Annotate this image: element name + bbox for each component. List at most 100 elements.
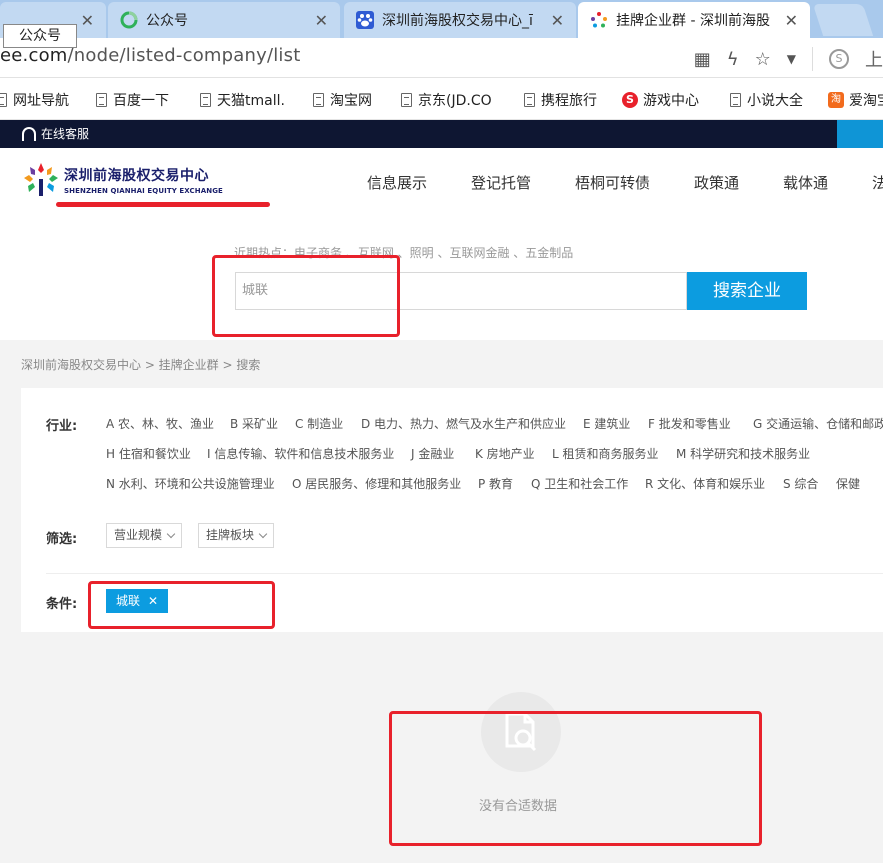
nav-item-convertible[interactable]: 梧桐可转债 <box>575 172 650 193</box>
bookmark-label: 游戏中心 <box>643 93 699 109</box>
board-dropdown[interactable]: 挂牌板块 <box>198 523 275 548</box>
industry-option[interactable]: C 制造业 <box>295 415 343 432</box>
bookmark-item[interactable]: 天猫tmall. <box>200 90 285 110</box>
search-button[interactable]: 搜索企业 <box>687 272 807 310</box>
qr-code-icon[interactable]: ▦ <box>694 49 711 70</box>
annotation-underline <box>56 202 270 207</box>
close-icon[interactable]: ✕ <box>785 11 798 30</box>
close-icon[interactable]: ✕ <box>148 589 158 613</box>
browser-tab-3[interactable]: 深圳前海股权交易中心_ī ✕ <box>344 2 576 38</box>
chevron-down-icon <box>166 529 176 539</box>
site-favicon-icon <box>591 12 607 28</box>
bookmark-item[interactable]: 淘爱淘宝 <box>828 90 883 110</box>
dropdown-label: 挂牌板块 <box>206 528 255 542</box>
headset-icon <box>22 126 36 141</box>
logo-title: 深圳前海股权交易中心 <box>64 168 209 184</box>
hot-keywords: 近期热点：电子商务 、互联网 、照明 、互联网金融 、五金制品 <box>234 246 574 260</box>
industry-option[interactable]: E 建筑业 <box>583 415 630 432</box>
address-bar[interactable]: ee.com/node/listed-company/list ▦ ϟ ☆ ▼ … <box>0 38 883 78</box>
document-icon <box>401 93 412 107</box>
condition-tag-label: 城联 <box>116 594 141 608</box>
industry-option[interactable]: K 房地产业 <box>475 445 535 462</box>
browser-tab-bar: ✕ 公众号 ✕ 深圳前海股权交易中心_ī ✕ 挂牌企业群 - 深圳前海股 ✕ <box>0 0 883 38</box>
tab-tooltip: 公众号 <box>3 24 77 48</box>
industry-option[interactable]: Q 卫生和社会工作 <box>531 475 628 492</box>
industry-option[interactable]: M 科学研究和技术服务业 <box>676 445 810 462</box>
industry-option[interactable]: H 住宿和餐饮业 <box>106 445 191 462</box>
industry-option[interactable]: N 水利、环境和公共设施管理业 <box>106 475 275 492</box>
bookmark-label: 京东(JD.CO <box>418 93 492 109</box>
industry-option[interactable]: J 金融业 <box>411 445 454 462</box>
bookmark-label: 爱淘宝 <box>849 93 883 109</box>
browser-tab-active[interactable]: 挂牌企业群 - 深圳前海股 ✕ <box>578 2 810 38</box>
chevron-down-icon <box>258 529 268 539</box>
bookmark-label: 网址导航 <box>13 93 69 109</box>
bookmark-label: 小说大全 <box>747 93 803 109</box>
document-icon <box>0 93 7 107</box>
industry-option[interactable]: G 交通运输、仓储和邮政 <box>753 415 883 432</box>
bookmark-label: 淘宝网 <box>330 93 372 109</box>
industry-option[interactable]: A 农、林、牧、渔业 <box>106 415 214 432</box>
tab-title: 公众号 <box>146 13 188 29</box>
bookmarks-bar: 网址导航 百度一下 天猫tmall. 淘宝网 京东(JD.CO 携程旅行 S 游戏… <box>0 78 883 120</box>
url-text[interactable]: ee.com/node/listed-company/list <box>0 45 300 66</box>
bookmark-item[interactable]: 淘宝网 <box>313 90 372 110</box>
aitaobao-icon: 淘 <box>828 92 844 108</box>
bookmark-item[interactable]: 携程旅行 <box>524 90 597 110</box>
bookmark-item[interactable]: 百度一下 <box>96 90 169 110</box>
scale-dropdown[interactable]: 营业规模 <box>106 523 183 548</box>
industry-option[interactable]: R 文化、体育和娱乐业 <box>645 475 765 492</box>
bookmark-label: 携程旅行 <box>541 93 597 109</box>
industry-option[interactable]: L 租赁和商务服务业 <box>552 445 659 462</box>
industry-option[interactable]: D 电力、热力、燃气及水生产和供应业 <box>361 415 566 432</box>
new-tab-button[interactable] <box>812 4 874 36</box>
security-shield-icon[interactable]: S <box>829 49 849 69</box>
dropdown-label: 营业规模 <box>114 528 163 542</box>
customer-service-link[interactable]: 在线客服 <box>22 125 89 142</box>
site-logo[interactable]: 深圳前海股权交易中心 SHENZHEN QIANHAI EQUITY EXCHA… <box>22 162 223 198</box>
industry-option[interactable]: S 综合 <box>783 475 818 492</box>
address-bar-actions: ▦ ϟ ☆ ▼ S 上 <box>694 46 883 72</box>
star-icon[interactable]: ☆ <box>755 49 771 70</box>
bookmark-item[interactable]: 网址导航 <box>0 90 69 110</box>
empty-state-text: 没有合适数据 <box>479 799 558 814</box>
close-icon[interactable]: ✕ <box>81 11 94 30</box>
logo-text: 深圳前海股权交易中心 SHENZHEN QIANHAI EQUITY EXCHA… <box>64 165 223 195</box>
industry-option[interactable]: F 批发和零售业 <box>648 415 731 432</box>
nav-item-registration[interactable]: 登记托管 <box>471 172 531 193</box>
nav-item-carrier[interactable]: 载体通 <box>783 172 828 193</box>
search-input[interactable]: 城联 <box>235 272 687 310</box>
browser-tab-2[interactable]: 公众号 ✕ <box>108 2 340 38</box>
bookmark-item[interactable]: 小说大全 <box>730 90 803 110</box>
chevron-down-icon[interactable]: ▼ <box>787 52 796 66</box>
lightning-icon[interactable]: ϟ <box>727 49 739 70</box>
logo-subtitle: SHENZHEN QIANHAI EQUITY EXCHANGE <box>64 187 223 195</box>
top-strip-button[interactable] <box>837 120 883 148</box>
close-icon[interactable]: ✕ <box>315 11 328 30</box>
url-host: ee.com <box>0 45 68 66</box>
bookmark-item[interactable]: 京东(JD.CO <box>401 90 492 110</box>
empty-state-illustration <box>481 692 561 772</box>
industry-option[interactable]: B 采矿业 <box>230 415 278 432</box>
divider <box>46 573 883 574</box>
customer-service-label: 在线客服 <box>41 127 90 141</box>
document-icon <box>730 93 741 107</box>
search-document-icon <box>505 712 537 752</box>
industry-option[interactable]: 保健 <box>836 475 860 492</box>
industry-option[interactable]: O 居民服务、修理和其他服务业 <box>292 475 461 492</box>
exchange-logo-icon <box>24 163 58 196</box>
industry-option[interactable]: I 信息传输、软件和信息技术服务业 <box>207 445 394 462</box>
bookmark-item[interactable]: S 游戏中心 <box>622 90 699 110</box>
nav-item-info[interactable]: 信息展示 <box>367 172 427 193</box>
nav-item-policy[interactable]: 政策通 <box>694 172 739 193</box>
wechat-public-icon <box>120 11 138 29</box>
site-top-strip: 在线客服 <box>0 120 883 148</box>
baidu-paw-icon <box>356 11 374 29</box>
filter-panel: 行业: A 农、林、牧、渔业 B 采矿业 C 制造业 D 电力、热力、燃气及水生… <box>21 388 883 632</box>
bookmark-label: 百度一下 <box>113 93 169 109</box>
condition-tag[interactable]: 城联 ✕ <box>106 589 169 613</box>
industry-option[interactable]: P 教育 <box>478 475 513 492</box>
nav-item-more[interactable]: 法 <box>872 172 883 193</box>
close-icon[interactable]: ✕ <box>551 11 564 30</box>
bookmark-label: 天猫tmall. <box>217 93 285 109</box>
